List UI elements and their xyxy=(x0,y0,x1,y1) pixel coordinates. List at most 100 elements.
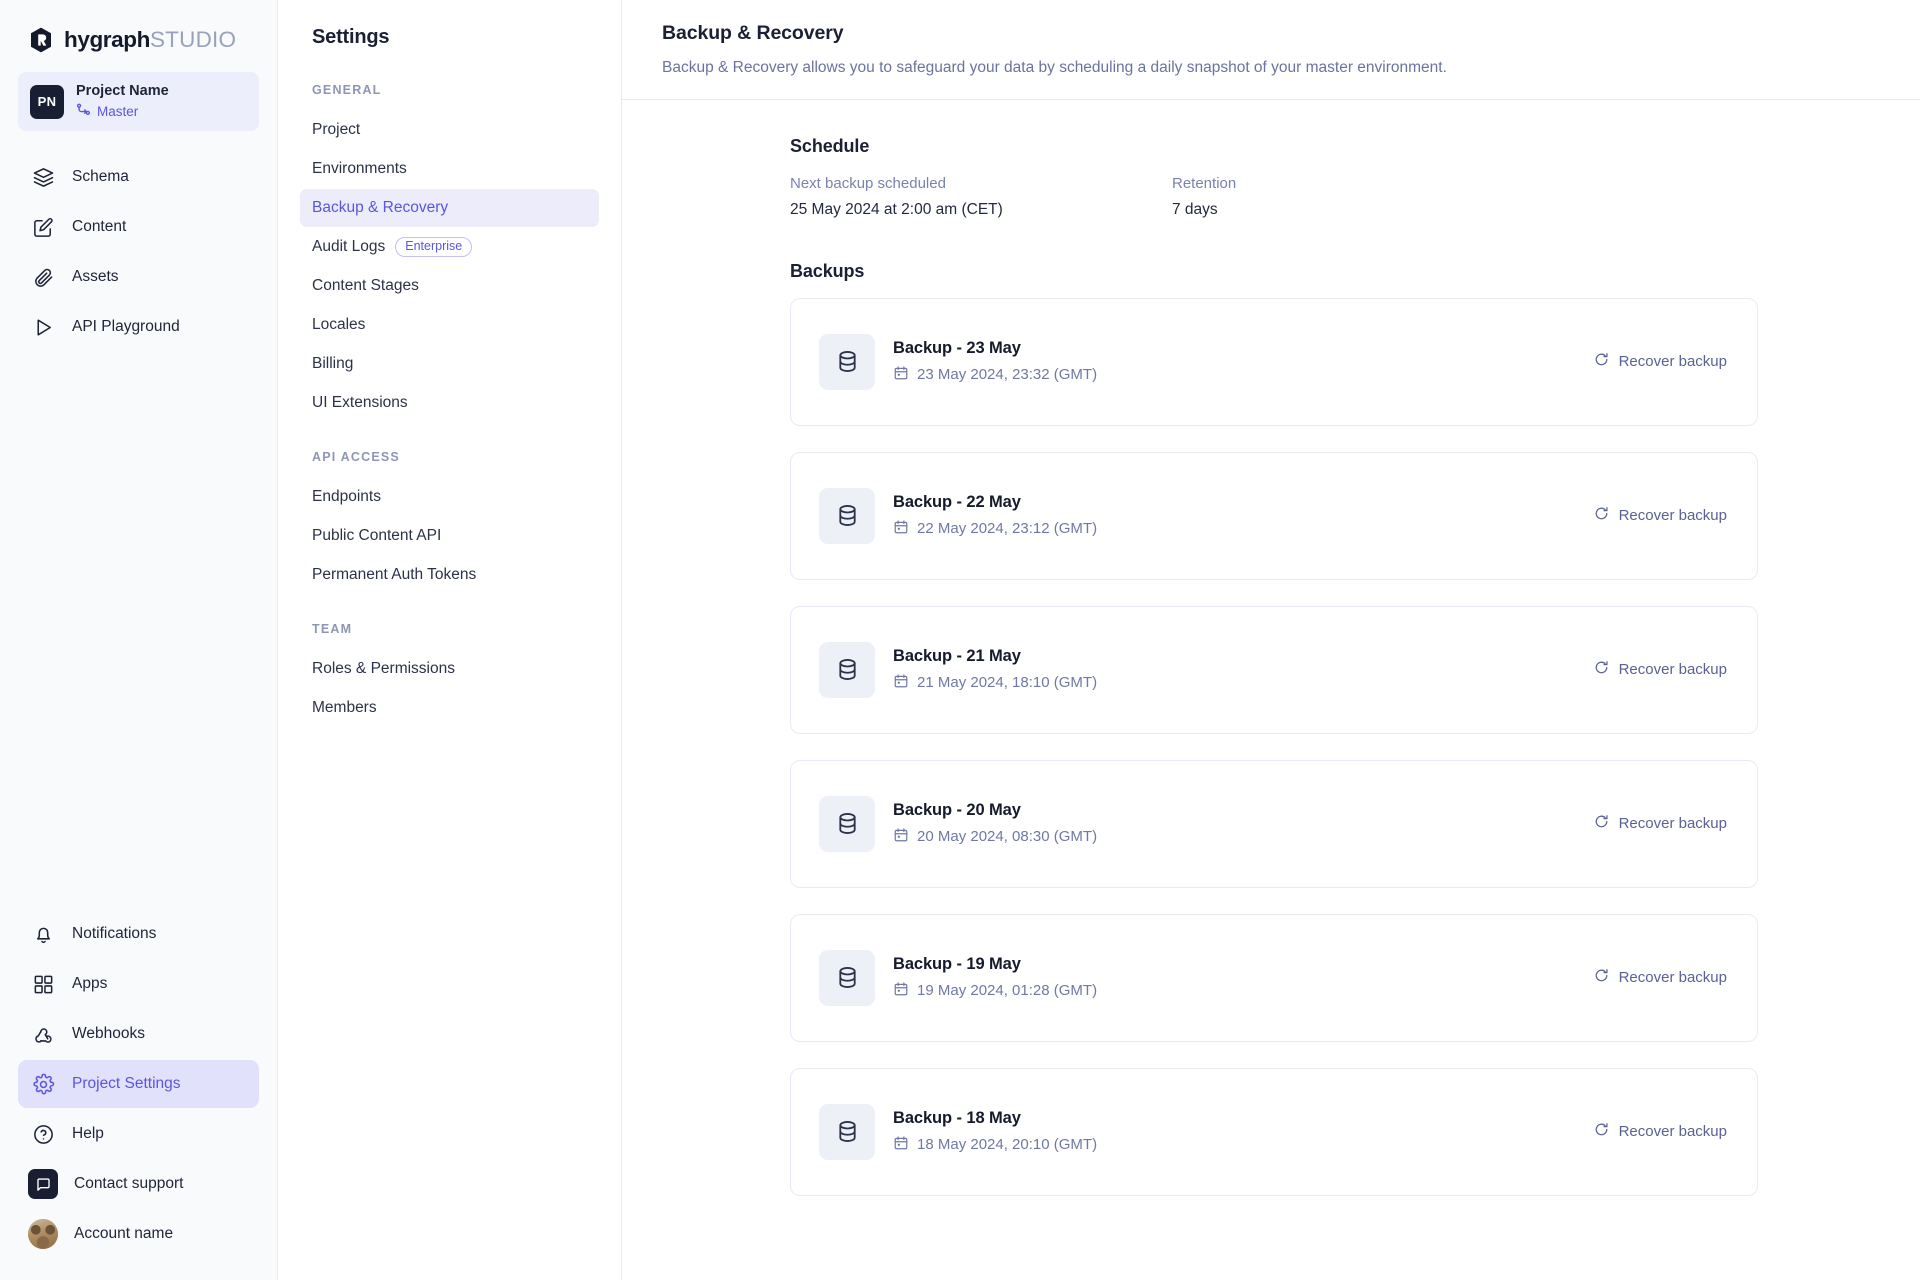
backup-card-texts: Backup - 19 May 19 May 2024, 01:28 (GMT) xyxy=(893,955,1097,1001)
recover-backup-button[interactable]: Recover backup xyxy=(1591,961,1729,994)
settings-item-content-stages[interactable]: Content Stages xyxy=(300,267,599,305)
sidebar-item-label: Contact support xyxy=(74,1175,183,1193)
recover-backup-button[interactable]: Recover backup xyxy=(1591,653,1729,686)
play-icon xyxy=(30,314,56,340)
page-body: Schedule Next backup scheduled 25 May 20… xyxy=(622,100,1920,1280)
primary-nav: Schema Content Assets xyxy=(18,153,259,351)
hygraph-logo-icon xyxy=(28,26,54,54)
restore-circle-icon xyxy=(1593,505,1610,526)
settings-item-environments[interactable]: Environments xyxy=(300,150,599,188)
settings-item-label: Content Stages xyxy=(312,277,419,295)
retention-value: 7 days xyxy=(1172,201,1554,219)
settings-item-project[interactable]: Project xyxy=(300,111,599,149)
backup-card-texts: Backup - 18 May 18 May 2024, 20:10 (GMT) xyxy=(893,1109,1097,1155)
branch-icon xyxy=(76,102,91,121)
backup-card-info: Backup - 18 May 18 May 2024, 20:10 (GMT) xyxy=(819,1104,1591,1160)
backup-card-texts: Backup - 22 May 22 May 2024, 23:12 (GMT) xyxy=(893,493,1097,539)
backup-list: Backup - 23 May 23 May 2024, 23:32 (GMT) xyxy=(790,298,1758,1196)
sidebar-item-label: Schema xyxy=(72,168,129,186)
database-icon xyxy=(819,950,875,1006)
settings-item-roles-permissions[interactable]: Roles & Permissions xyxy=(300,650,599,688)
restore-circle-icon xyxy=(1593,813,1610,834)
recover-backup-label: Recover backup xyxy=(1619,661,1727,678)
section-label: API ACCESS xyxy=(300,450,599,464)
sidebar-item-api-playground[interactable]: API Playground xyxy=(18,303,259,351)
sidebar-item-content[interactable]: Content xyxy=(18,203,259,251)
layers-icon xyxy=(30,164,56,190)
pencil-square-icon xyxy=(30,214,56,240)
settings-section-items: Endpoints Public Content API Permanent A… xyxy=(300,478,599,594)
settings-section-items: Roles & Permissions Members xyxy=(300,650,599,727)
backup-card-texts: Backup - 20 May 20 May 2024, 08:30 (GMT) xyxy=(893,801,1097,847)
bell-icon xyxy=(30,921,56,947)
settings-item-audit-logs[interactable]: Audit Logs Enterprise xyxy=(300,228,599,266)
calendar-icon xyxy=(893,365,909,385)
restore-circle-icon xyxy=(1593,659,1610,680)
recover-backup-button[interactable]: Recover backup xyxy=(1591,1115,1729,1148)
next-backup-label: Next backup scheduled xyxy=(790,175,1172,192)
settings-item-locales[interactable]: Locales xyxy=(300,306,599,344)
settings-item-label: Endpoints xyxy=(312,488,381,506)
backup-name: Backup - 22 May xyxy=(893,493,1097,512)
backup-card[interactable]: Backup - 22 May 22 May 2024, 23:12 (GMT) xyxy=(790,452,1758,580)
backup-card[interactable]: Backup - 18 May 18 May 2024, 20:10 (GMT) xyxy=(790,1068,1758,1196)
calendar-icon xyxy=(893,673,909,693)
backup-name: Backup - 18 May xyxy=(893,1109,1097,1128)
backup-timestamp: 19 May 2024, 01:28 (GMT) xyxy=(917,982,1097,999)
backup-card[interactable]: Backup - 23 May 23 May 2024, 23:32 (GMT) xyxy=(790,298,1758,426)
backup-card[interactable]: Backup - 19 May 19 May 2024, 01:28 (GMT) xyxy=(790,914,1758,1042)
recover-backup-label: Recover backup xyxy=(1619,1123,1727,1140)
brand-wordmark: hygraphSTUDIO xyxy=(64,27,236,53)
database-icon xyxy=(819,1104,875,1160)
recover-backup-button[interactable]: Recover backup xyxy=(1591,499,1729,532)
settings-item-billing[interactable]: Billing xyxy=(300,345,599,383)
brand-name-light: STUDIO xyxy=(150,27,236,53)
section-label: GENERAL xyxy=(300,83,599,97)
project-initials-avatar: PN xyxy=(30,85,64,119)
webhook-icon xyxy=(30,1021,56,1047)
sidebar-item-schema[interactable]: Schema xyxy=(18,153,259,201)
calendar-icon xyxy=(893,827,909,847)
project-switcher[interactable]: PN Project Name Master xyxy=(18,72,259,131)
sidebar-item-account[interactable]: Account name xyxy=(18,1210,259,1258)
sidebar-item-apps[interactable]: Apps xyxy=(18,960,259,1008)
sidebar-item-contact-support[interactable]: Contact support xyxy=(18,1160,259,1208)
recover-backup-button[interactable]: Recover backup xyxy=(1591,807,1729,840)
restore-circle-icon xyxy=(1593,967,1610,988)
backup-card-info: Backup - 22 May 22 May 2024, 23:12 (GMT) xyxy=(819,488,1591,544)
backup-card[interactable]: Backup - 21 May 21 May 2024, 18:10 (GMT) xyxy=(790,606,1758,734)
settings-item-backup-recovery[interactable]: Backup & Recovery xyxy=(300,189,599,227)
backup-card-info: Backup - 20 May 20 May 2024, 08:30 (GMT) xyxy=(819,796,1591,852)
sidebar-item-help[interactable]: Help xyxy=(18,1110,259,1158)
backup-card-texts: Backup - 21 May 21 May 2024, 18:10 (GMT) xyxy=(893,647,1097,693)
content-column: Schedule Next backup scheduled 25 May 20… xyxy=(790,136,1758,1280)
backup-name: Backup - 23 May xyxy=(893,339,1097,358)
settings-item-label: Permanent Auth Tokens xyxy=(312,566,476,584)
backup-card-texts: Backup - 23 May 23 May 2024, 23:32 (GMT) xyxy=(893,339,1097,385)
backup-name: Backup - 19 May xyxy=(893,955,1097,974)
restore-circle-icon xyxy=(1593,1121,1610,1142)
backup-timestamp-row: 21 May 2024, 18:10 (GMT) xyxy=(893,673,1097,693)
sidebar-item-webhooks[interactable]: Webhooks xyxy=(18,1010,259,1058)
backup-name: Backup - 21 May xyxy=(893,647,1097,666)
sidebar-item-label: Project Settings xyxy=(72,1075,181,1093)
settings-item-ui-extensions[interactable]: UI Extensions xyxy=(300,384,599,422)
next-backup-field: Next backup scheduled 25 May 2024 at 2:0… xyxy=(790,175,1172,219)
project-meta: Project Name Master xyxy=(76,82,169,121)
sidebar-item-label: Content xyxy=(72,218,126,236)
settings-item-permanent-auth-tokens[interactable]: Permanent Auth Tokens xyxy=(300,556,599,594)
settings-item-public-content-api[interactable]: Public Content API xyxy=(300,517,599,555)
backup-card[interactable]: Backup - 20 May 20 May 2024, 08:30 (GMT) xyxy=(790,760,1758,888)
sidebar-spacer xyxy=(18,351,259,910)
settings-section-items: Project Environments Backup & Recovery A… xyxy=(300,111,599,422)
brand-logo[interactable]: hygraphSTUDIO xyxy=(18,0,259,72)
grid-icon xyxy=(30,971,56,997)
sidebar-item-assets[interactable]: Assets xyxy=(18,253,259,301)
settings-item-members[interactable]: Members xyxy=(300,689,599,727)
sidebar-item-project-settings[interactable]: Project Settings xyxy=(18,1060,259,1108)
recover-backup-button[interactable]: Recover backup xyxy=(1591,345,1729,378)
sidebar-item-notifications[interactable]: Notifications xyxy=(18,910,259,958)
database-icon xyxy=(819,488,875,544)
settings-item-endpoints[interactable]: Endpoints xyxy=(300,478,599,516)
backup-timestamp-row: 23 May 2024, 23:32 (GMT) xyxy=(893,365,1097,385)
